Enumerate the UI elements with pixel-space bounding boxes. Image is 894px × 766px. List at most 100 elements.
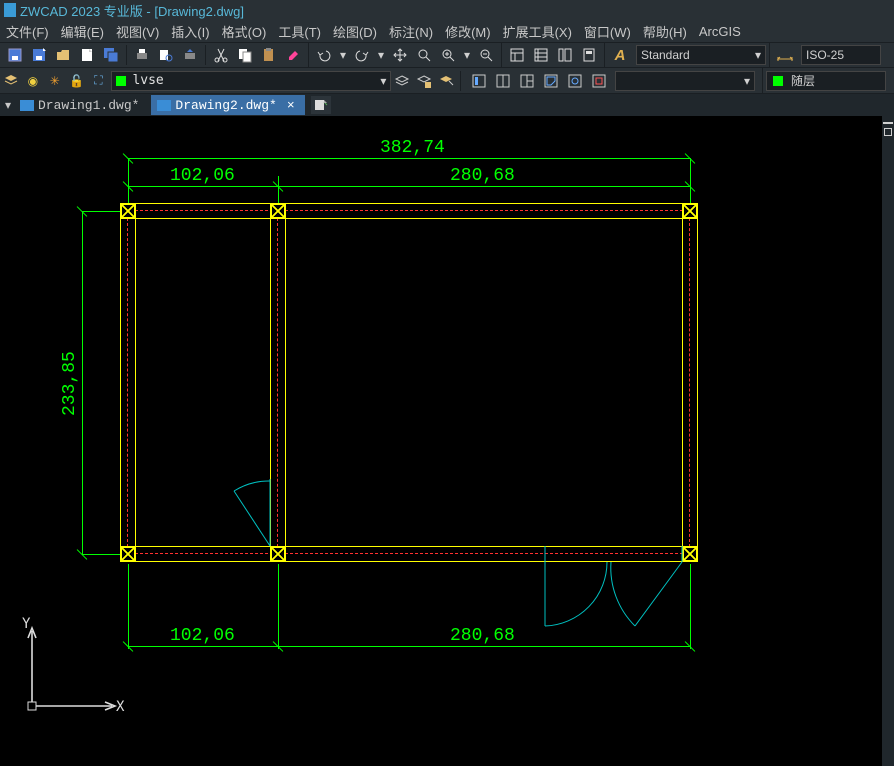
calc-button[interactable] xyxy=(578,44,600,66)
door-exterior[interactable] xyxy=(545,546,695,636)
wall-right[interactable] xyxy=(682,203,698,562)
tab-label: Drawing1.dwg* xyxy=(38,98,139,113)
chevron-down-icon: ▾ xyxy=(744,74,750,88)
canvas-right-gutter xyxy=(882,116,894,766)
open-button[interactable] xyxy=(52,44,74,66)
layer-manager-button[interactable] xyxy=(1,70,21,92)
dim-style-button[interactable] xyxy=(774,44,796,66)
dwg-file-icon xyxy=(157,100,171,111)
minimize-icon[interactable] xyxy=(883,122,893,124)
undo-dropdown[interactable]: ▾ xyxy=(337,44,349,66)
column[interactable] xyxy=(270,546,286,562)
cut-button[interactable] xyxy=(210,44,232,66)
new-tab-button[interactable] xyxy=(311,96,331,114)
viewport-obj-button[interactable] xyxy=(564,70,586,92)
copy-button[interactable] xyxy=(234,44,256,66)
print-preview-button[interactable] xyxy=(155,44,177,66)
dim-tick xyxy=(685,153,695,163)
undo-button[interactable] xyxy=(313,44,335,66)
pan-button[interactable] xyxy=(389,44,411,66)
dim-line xyxy=(278,186,690,187)
zoom-dropdown[interactable]: ▾ xyxy=(461,44,473,66)
layer-plot-icon[interactable]: ⛶ xyxy=(89,70,109,92)
app-title: ZWCAD 2023 专业版 - [Drawing2.dwg] xyxy=(20,1,244,20)
zoom-prev-button[interactable] xyxy=(475,44,497,66)
ucs-icon: Y X xyxy=(12,616,122,726)
menu-edit[interactable]: 编辑(E) xyxy=(55,20,110,43)
wall-top[interactable] xyxy=(120,203,698,219)
text-style-button[interactable]: A xyxy=(609,44,631,66)
save-all-button[interactable] xyxy=(100,44,122,66)
text-style-label: Standard xyxy=(641,48,690,62)
publish-button[interactable] xyxy=(179,44,201,66)
tab-label: Drawing2.dwg* xyxy=(175,98,276,113)
menu-modify[interactable]: 修改(M) xyxy=(439,20,497,43)
layer-prev-button[interactable] xyxy=(392,70,412,92)
tab-drawing2[interactable]: Drawing2.dwg* × xyxy=(151,95,304,115)
column[interactable] xyxy=(270,203,286,219)
dim-style-label: ISO-25 xyxy=(806,48,844,62)
restore-icon[interactable] xyxy=(884,128,892,136)
tab-drawing1[interactable]: Drawing1.dwg* xyxy=(14,95,149,115)
tool-palette-button[interactable] xyxy=(554,44,576,66)
viewport-scale-dropdown[interactable]: ▾ xyxy=(615,71,755,91)
dim-text-left-vert: 233,85 xyxy=(60,351,80,416)
door-interior[interactable] xyxy=(216,476,286,556)
menu-view[interactable]: 视图(V) xyxy=(110,20,165,43)
column[interactable] xyxy=(120,203,136,219)
workspace: 382,74 102,06 280,68 233,85 102,06 280,6… xyxy=(0,116,894,766)
zoom-realtime-button[interactable] xyxy=(413,44,435,66)
redo-button[interactable] xyxy=(351,44,373,66)
drawing-canvas[interactable]: 382,74 102,06 280,68 233,85 102,06 280,6… xyxy=(0,116,882,766)
dim-ext-line xyxy=(82,211,122,212)
linetype-dropdown[interactable]: 随层 xyxy=(766,71,886,91)
design-center-button[interactable] xyxy=(530,44,552,66)
layer-dropdown[interactable]: lvse ▾ xyxy=(111,71,391,91)
close-icon[interactable]: × xyxy=(287,98,295,113)
layer-freeze-icon[interactable]: ✳ xyxy=(45,70,65,92)
text-style-dropdown[interactable]: Standard ▾ xyxy=(636,45,766,65)
layer-current-name: lvse xyxy=(132,73,380,88)
menu-arcgis[interactable]: ArcGIS xyxy=(693,22,747,41)
viewport-poly-button[interactable] xyxy=(540,70,562,92)
menu-help[interactable]: 帮助(H) xyxy=(637,20,693,43)
layer-states-button[interactable] xyxy=(414,70,434,92)
menu-file[interactable]: 文件(F) xyxy=(0,20,55,43)
viewport-clip-button[interactable] xyxy=(588,70,610,92)
save-button[interactable] xyxy=(4,44,26,66)
menu-dim[interactable]: 标注(N) xyxy=(383,20,439,43)
layer-lock-icon[interactable]: 🔓 xyxy=(67,70,87,92)
layer-bulb-icon[interactable]: ◉ xyxy=(23,70,43,92)
erase-button[interactable] xyxy=(282,44,304,66)
layer-iso-button[interactable] xyxy=(436,70,456,92)
column[interactable] xyxy=(682,203,698,219)
document-tab-strip: ▾ Drawing1.dwg* Drawing2.dwg* × xyxy=(0,94,894,116)
wall-left[interactable] xyxy=(120,203,136,562)
redo-dropdown[interactable]: ▾ xyxy=(375,44,387,66)
tab-dropdown-button[interactable]: ▾ xyxy=(2,96,14,114)
paste-button[interactable] xyxy=(258,44,280,66)
viewport-three-button[interactable] xyxy=(516,70,538,92)
zoom-window-button[interactable] xyxy=(437,44,459,66)
new-button[interactable] xyxy=(76,44,98,66)
menu-ext[interactable]: 扩展工具(X) xyxy=(497,20,578,43)
dim-line xyxy=(128,186,278,187)
toolbar-standard: ▾ ▾ ▾ A Standard ▾ ISO-25 xyxy=(0,42,894,68)
dim-ext-line xyxy=(82,554,122,555)
menu-tools[interactable]: 工具(T) xyxy=(272,20,327,43)
menu-format[interactable]: 格式(O) xyxy=(216,20,273,43)
menu-window[interactable]: 窗口(W) xyxy=(578,20,637,43)
dim-text-right-top: 280,68 xyxy=(450,166,515,186)
column[interactable] xyxy=(120,546,136,562)
viewport-two-button[interactable] xyxy=(492,70,514,92)
viewport-single-button[interactable] xyxy=(468,70,490,92)
saveas-button[interactable] xyxy=(28,44,50,66)
column[interactable] xyxy=(682,546,698,562)
properties-button[interactable] xyxy=(506,44,528,66)
menu-insert[interactable]: 插入(I) xyxy=(165,20,215,43)
dim-line xyxy=(128,646,278,647)
dim-style-dropdown[interactable]: ISO-25 xyxy=(801,45,881,65)
print-button[interactable] xyxy=(131,44,153,66)
menu-draw[interactable]: 绘图(D) xyxy=(327,20,383,43)
dim-line xyxy=(128,158,690,159)
